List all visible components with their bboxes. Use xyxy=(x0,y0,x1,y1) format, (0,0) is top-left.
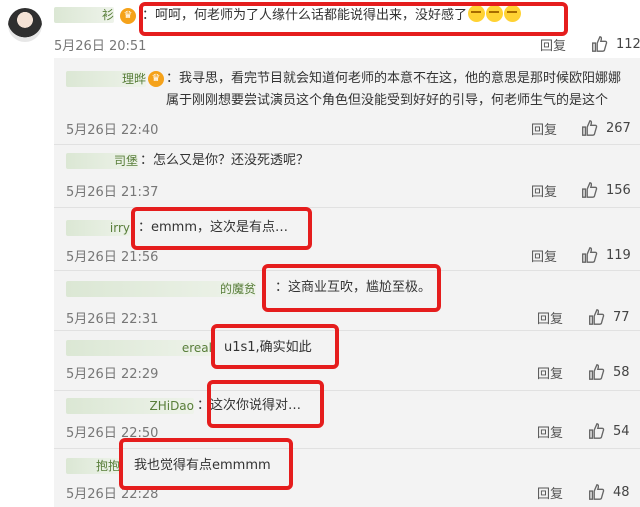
vip-badge-icon: ♛ xyxy=(148,71,164,87)
divider xyxy=(54,270,640,271)
main-comment-area: 衫 ♛ ：呵呵，何老师为了人缘什么话都能说得出来，没好感了 5月26日 20:5… xyxy=(0,0,640,58)
thumbs-up-icon xyxy=(582,247,598,263)
thumbs-up-icon xyxy=(589,309,605,325)
list-item: ereal u1s1,确实如此 5月26日 22:29 回复 58 xyxy=(54,332,640,390)
reply-button[interactable]: 回复 xyxy=(531,246,557,265)
divider xyxy=(54,330,640,331)
like-button[interactable]: 77 xyxy=(587,306,630,328)
smiley-emoji-icon xyxy=(486,5,504,22)
comment-time: 5月26日 21:56 xyxy=(66,250,159,265)
comment-time: 5月26日 22:28 xyxy=(66,487,159,502)
like-count: 54 xyxy=(613,423,630,439)
list-item: 理晔 ♛ ：我寻思，看完节目就会知道何老师的本意不在这，他的意思是那时候欧阳娜娜… xyxy=(54,58,640,140)
username[interactable]: 理晔 xyxy=(66,71,146,87)
thumbs-up-icon xyxy=(582,120,598,136)
divider xyxy=(54,207,640,208)
vip-badge-icon: ♛ xyxy=(120,8,136,24)
smiley-emoji-icon xyxy=(504,5,522,22)
divider xyxy=(54,448,640,449)
username[interactable]: 司堡 xyxy=(66,153,138,169)
like-button[interactable]: 48 xyxy=(587,481,630,503)
like-button[interactable]: 119 xyxy=(580,244,631,266)
username[interactable]: ZHiDao xyxy=(66,398,194,414)
list-item: ZHiDao ：这次你说得对… 5月26日 22:50 回复 54 xyxy=(54,392,640,450)
comment-meta: 5月26日 22:50 回复 54 xyxy=(54,421,640,443)
like-count: 48 xyxy=(613,484,630,500)
comment-meta: 5月26日 22:28 回复 48 xyxy=(54,482,640,504)
reply-button[interactable]: 回复 xyxy=(537,483,563,502)
reply-button[interactable]: 回复 xyxy=(540,35,566,54)
like-count: 156 xyxy=(606,182,631,198)
smiley-emoji-icon xyxy=(468,5,486,22)
username[interactable]: irry xyxy=(66,220,130,236)
like-button[interactable]: 1122 xyxy=(590,33,640,55)
divider xyxy=(54,390,640,391)
comment-time: 5月26日 21:37 xyxy=(66,185,159,200)
comment-text: u1s1,确实如此 xyxy=(224,340,312,355)
comment-text: ：我寻思，看完节目就会知道何老师的本意不在这，他的意思是那时候欧阳娜娜属于刚刚想… xyxy=(166,71,622,108)
like-count: 58 xyxy=(613,364,630,380)
username-main[interactable]: 衫 xyxy=(54,7,114,23)
thumbs-up-icon xyxy=(592,36,608,52)
thumbs-up-icon xyxy=(582,182,598,198)
like-button[interactable]: 267 xyxy=(580,117,631,139)
comment-text: ：这次你说得对… xyxy=(197,398,302,413)
like-count: 267 xyxy=(606,120,631,136)
reply-button[interactable]: 回复 xyxy=(537,308,563,327)
reply-button[interactable]: 回复 xyxy=(537,422,563,441)
comment-time: 5月26日 22:50 xyxy=(66,426,159,441)
comment-meta: 5月26日 22:31 回复 77 xyxy=(54,307,640,329)
comment-meta: 5月26日 21:56 回复 119 xyxy=(54,245,640,267)
comment-text: ：emmm，这次是有点… xyxy=(138,220,288,235)
like-button[interactable]: 54 xyxy=(587,420,630,442)
comment-text: ：怎么又是你？还没死透呢？ xyxy=(140,153,310,168)
username[interactable]: 抱抱 xyxy=(66,458,120,474)
list-item: 的魔贫 ：这商业互吹，尴尬至极。 5月26日 22:31 回复 77 xyxy=(54,272,640,330)
like-count: 77 xyxy=(613,309,630,325)
username[interactable]: ereal xyxy=(66,340,212,356)
divider xyxy=(54,144,640,145)
like-count: 119 xyxy=(606,247,631,263)
comment-meta: 5月26日 21:37 回复 156 xyxy=(54,180,640,202)
username[interactable]: 的魔贫 xyxy=(66,281,256,297)
comment-time: 5月26日 22:40 xyxy=(66,123,159,138)
like-button[interactable]: 58 xyxy=(587,361,630,383)
thumbs-up-icon xyxy=(589,423,605,439)
comment-text: ：这商业互吹，尴尬至极。 xyxy=(275,280,432,295)
comment-time: 5月26日 20:51 xyxy=(54,39,147,54)
comment-meta-main: 5月26日 20:51 回复 1122 xyxy=(54,34,640,56)
reply-button[interactable]: 回复 xyxy=(531,119,557,138)
reply-button[interactable]: 回复 xyxy=(531,181,557,200)
comment-text: 我也觉得有点emmmm xyxy=(134,458,271,473)
list-item: 抱抱 我也觉得有点emmmm 5月26日 22:28 回复 48 xyxy=(54,450,640,507)
like-button[interactable]: 156 xyxy=(580,179,631,201)
comment-time: 5月26日 22:31 xyxy=(66,312,159,327)
avatar[interactable] xyxy=(8,8,42,42)
list-item: irry ：emmm，这次是有点… 5月26日 21:56 回复 119 xyxy=(54,209,640,267)
like-count: 1122 xyxy=(616,36,640,52)
reply-list: 理晔 ♛ ：我寻思，看完节目就会知道何老师的本意不在这，他的意思是那时候欧阳娜娜… xyxy=(54,58,640,507)
comment-meta: 5月26日 22:29 回复 58 xyxy=(54,362,640,384)
thumbs-up-icon xyxy=(589,484,605,500)
reply-button[interactable]: 回复 xyxy=(537,363,563,382)
comment-text-main: ：呵呵，何老师为了人缘什么话都能说得出来，没好感了 xyxy=(142,5,522,27)
list-item: 司堡 ：怎么又是你？还没死透呢？ 5月26日 21:37 回复 156 xyxy=(54,146,640,204)
thumbs-up-icon xyxy=(589,364,605,380)
comment-time: 5月26日 22:29 xyxy=(66,367,159,382)
comment-meta: 5月26日 22:40 回复 267 xyxy=(54,118,640,140)
